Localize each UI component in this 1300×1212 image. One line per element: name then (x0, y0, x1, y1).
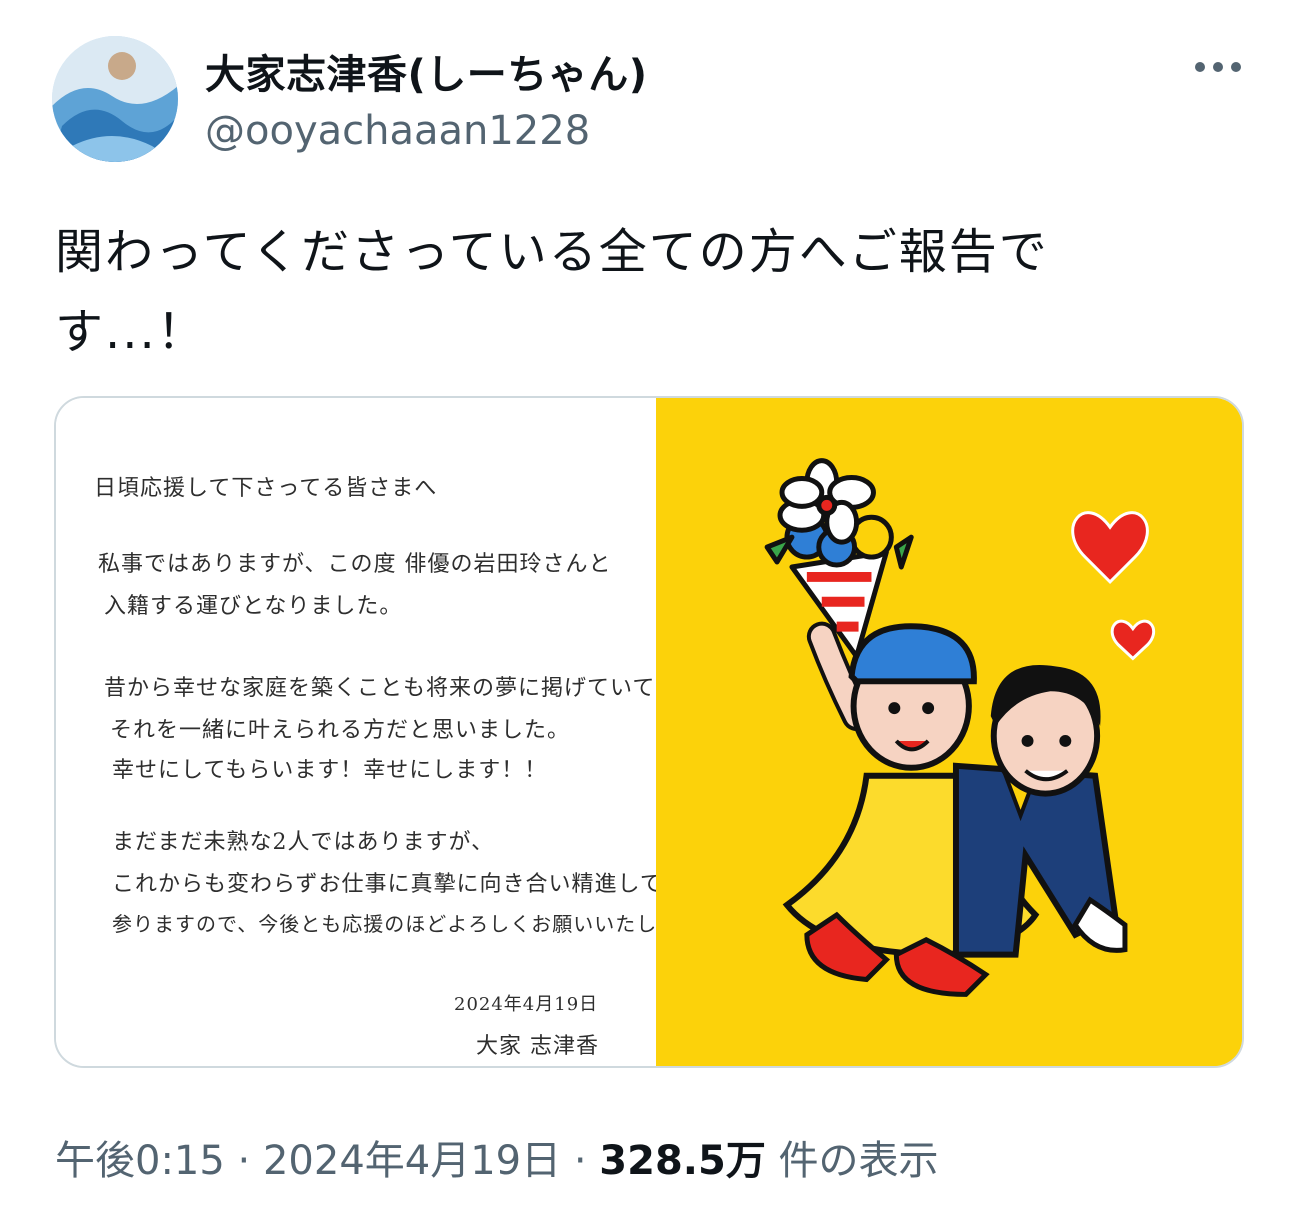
meta-separator: · (224, 1138, 263, 1184)
letter-line: 幸せにしてもらいます！幸せにします！！ (112, 758, 548, 783)
views-count[interactable]: 328.5万 (599, 1138, 766, 1184)
letter-signature: 大家 志津香 (476, 1034, 599, 1059)
tweet-text: 関わってくださっている全ての方へご報告で す...！ (55, 212, 1175, 372)
letter-line: これからも変わらずお仕事に真摯に向き合い精進して (112, 872, 663, 897)
avatar[interactable] (52, 36, 178, 162)
more-options-icon[interactable] (1192, 52, 1244, 82)
letter-date: 2024年4月19日 (454, 994, 599, 1015)
meta-separator: · (561, 1138, 600, 1184)
tweet-text-line: す...！ (55, 304, 207, 360)
views-label: 件の表示 (765, 1138, 939, 1184)
tweet-time[interactable]: 午後0:15 (55, 1138, 225, 1184)
cartoon-couple-image (657, 398, 1242, 1066)
letter-line: 私事ではありますが、この度 俳優の岩田玲さんと (98, 552, 612, 577)
letter-line: 入籍する運びとなりました。 (104, 594, 403, 619)
letter-line: まだまだ未熟な2人ではありますが、 (112, 830, 495, 855)
tweet-date[interactable]: 2024年4月19日 (263, 1138, 561, 1184)
user-handle[interactable]: @ooyachaaan1228 (205, 108, 590, 154)
letter-line: 参りますので、今後とも応援のほどよろしくお願いいたします。 (112, 912, 719, 936)
couple-illustration (656, 398, 1242, 1066)
avatar-photo (52, 36, 178, 162)
tweet-text-line: 関わってくださっている全ての方へご報告で (55, 224, 1049, 280)
tweet-meta: 午後0:15 · 2024年4月19日 · 328.5万 件の表示 (55, 1128, 939, 1186)
tweet-media[interactable]: 日頃応援して下さってる皆さまへ 私事ではありますが、この度 俳優の岩田玲さんと … (54, 396, 1244, 1068)
letter-greeting: 日頃応援して下さってる皆さまへ (94, 476, 438, 501)
handwritten-letter: 日頃応援して下さってる皆さまへ 私事ではありますが、この度 俳優の岩田玲さんと … (56, 398, 717, 1066)
letter-line: それを一緒に叶えられる方だと思いました。 (110, 718, 571, 743)
letter-line: 昔から幸せな家庭を築くことも将来の夢に掲げていて (104, 676, 656, 701)
display-name[interactable]: 大家志津香(しーちゃん) (205, 42, 648, 100)
